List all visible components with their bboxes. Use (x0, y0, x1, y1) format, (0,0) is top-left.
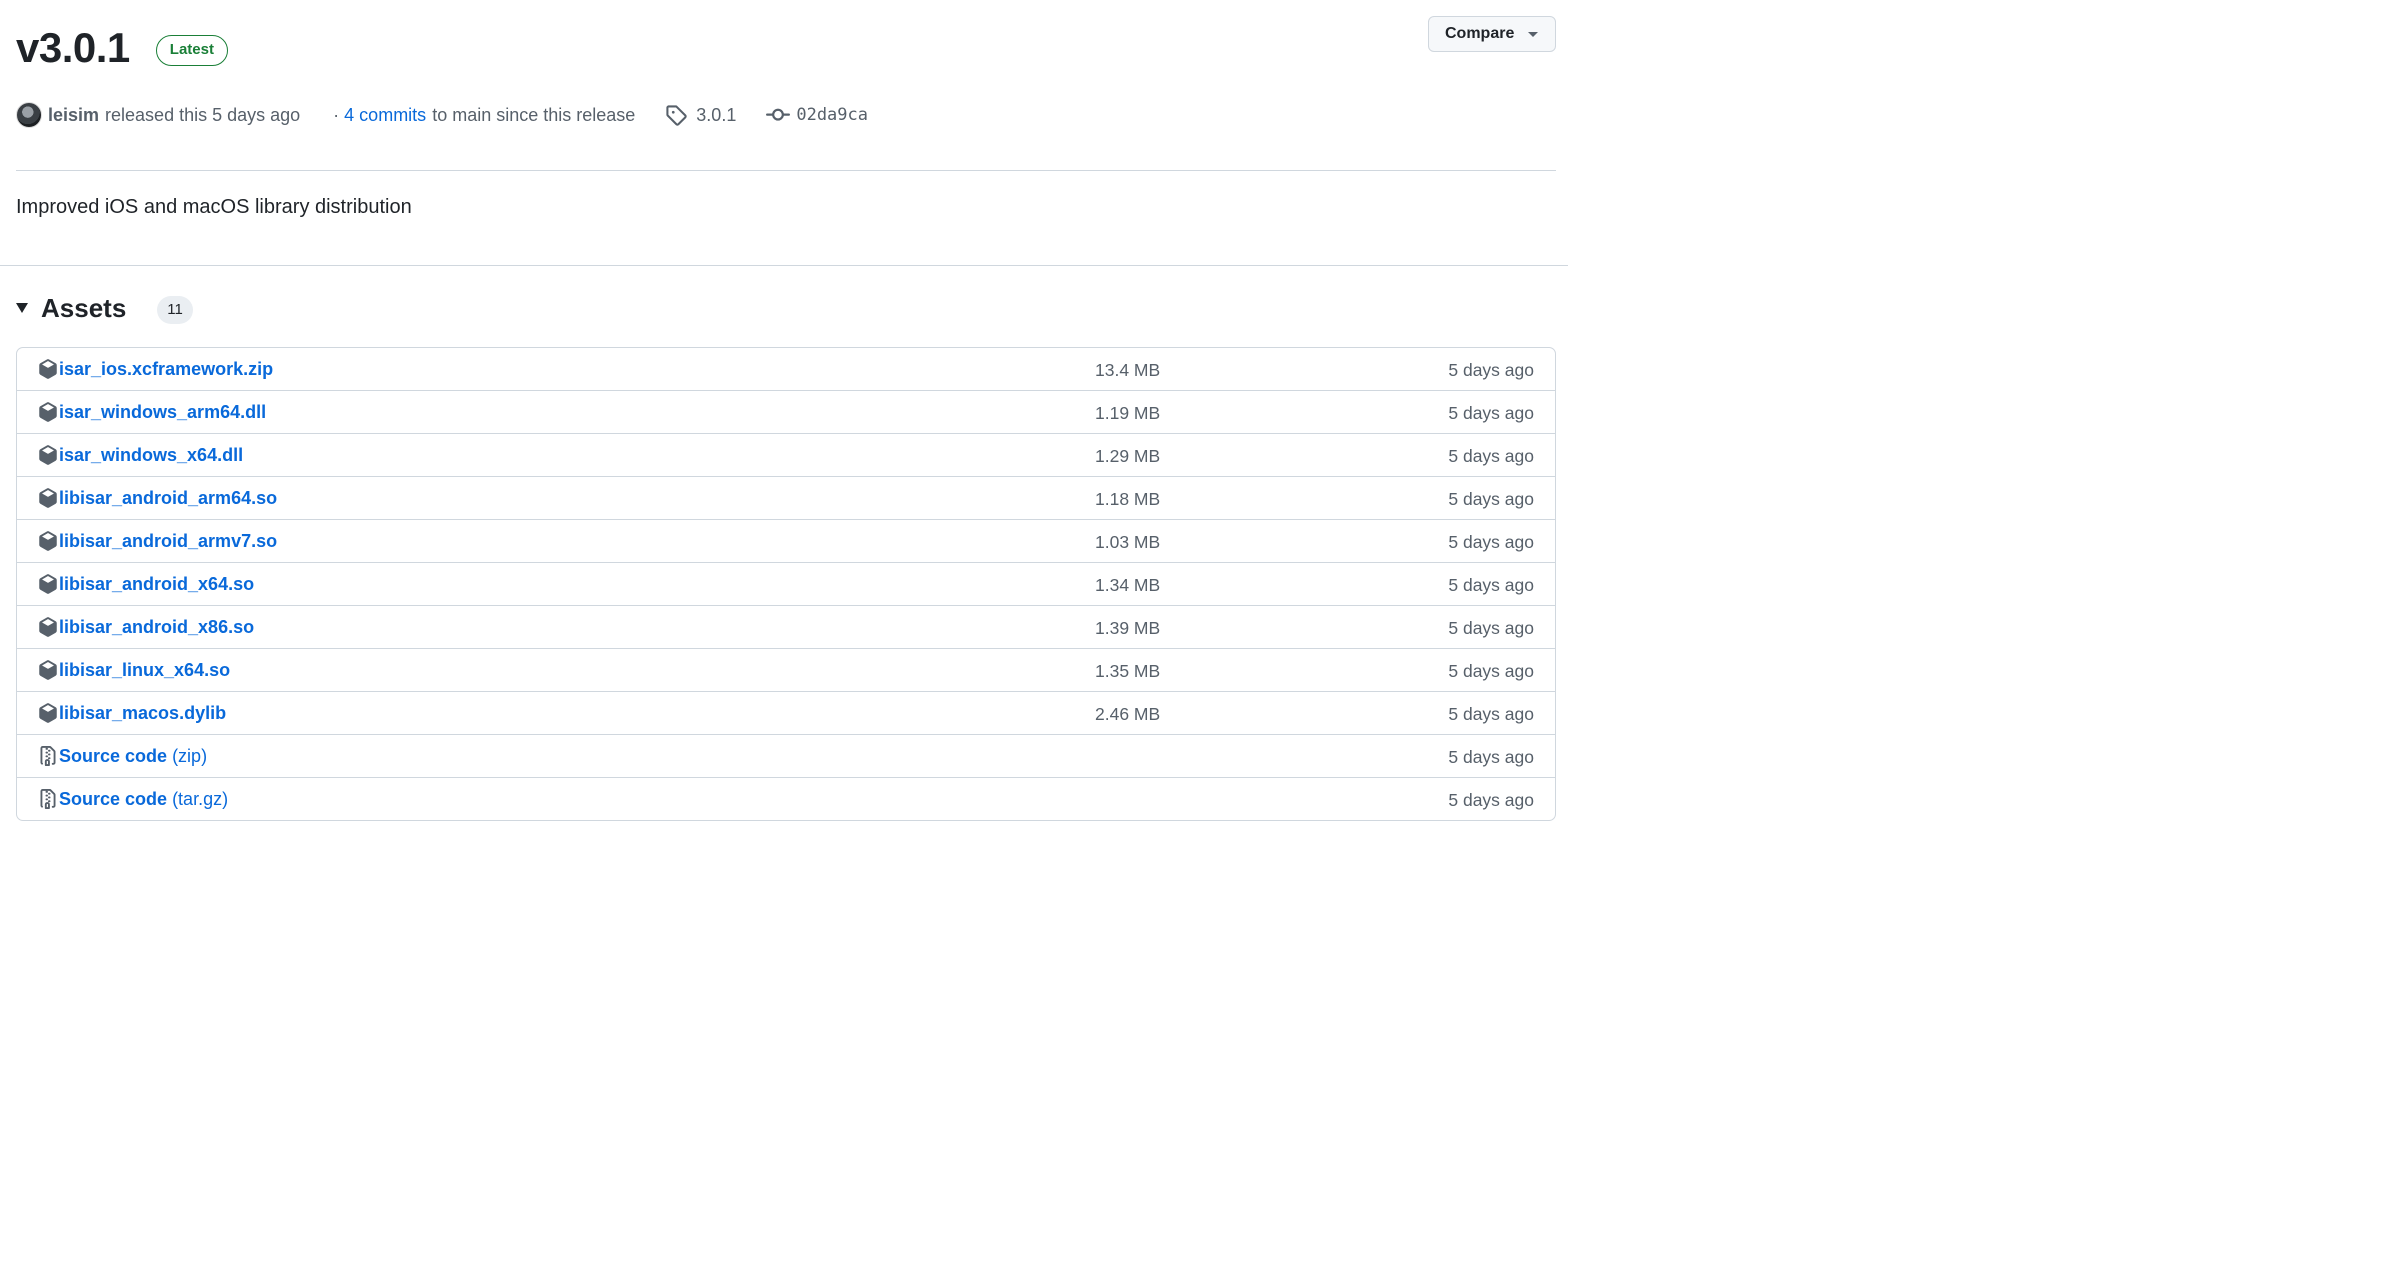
asset-row: libisar_android_armv7.so 1.03 MB 5 days ag… (17, 519, 1555, 562)
asset-download-link[interactable]: libisar_macos.dylib (59, 703, 226, 724)
asset-date: 5 days ago (1448, 618, 1534, 638)
package-icon (39, 703, 57, 723)
package-icon (39, 402, 57, 422)
separator-dot: · (333, 104, 340, 125)
divider (0, 265, 1568, 266)
asset-date: 5 days ago (1448, 360, 1534, 380)
assets-header[interactable]: Assets 11 (16, 292, 193, 324)
asset-row: Source code (tar.gz) 5 days ago (17, 777, 1555, 820)
file-zip-icon (40, 746, 56, 766)
asset-size: 2.46 MB (1095, 704, 1161, 724)
asset-download-link[interactable]: isar_ios.xcframework.zip (59, 359, 273, 380)
triangle-down-icon[interactable] (16, 303, 28, 313)
asset-row: libisar_macos.dylib 2.46 MB 5 days ago (17, 691, 1555, 734)
asset-row: Source code (zip) 5 days ago (17, 734, 1555, 777)
package-icon (39, 445, 57, 465)
asset-size: 1.29 MB (1095, 446, 1161, 466)
package-icon (39, 660, 57, 680)
commits-link[interactable]: 4 commits (344, 105, 426, 126)
asset-download-link[interactable]: isar_windows_arm64.dll (59, 402, 266, 423)
package-icon (39, 488, 57, 508)
release-page: v3.0.1 Latest Compare leisim released th… (0, 0, 1568, 832)
asset-download-link[interactable]: Source code (zip) (59, 746, 207, 767)
package-icon (39, 359, 57, 379)
asset-name: isar_windows_arm64.dll (59, 402, 267, 422)
asset-size: 1.19 MB (1095, 403, 1161, 423)
asset-row: libisar_linux_x64.so 1.35 MB 5 days ago (17, 648, 1555, 691)
compare-button-label: Compare (1445, 25, 1515, 42)
latest-badge: Latest (155, 34, 228, 66)
package-icon (39, 531, 57, 551)
tag-icon (666, 105, 687, 126)
asset-format: (zip) (172, 746, 208, 766)
asset-name: libisar_android_x64.so (59, 574, 255, 594)
asset-date: 5 days ago (1448, 704, 1534, 724)
asset-download-link[interactable]: libisar_linux_x64.so (59, 660, 230, 681)
asset-name: Source code (59, 789, 168, 809)
assets-list: isar_ios.xcframework.zip 13.4 MB 5 days ag… (16, 347, 1556, 821)
compare-button[interactable]: Compare (1428, 16, 1556, 52)
asset-download-link[interactable]: libisar_android_arm64.so (59, 488, 277, 509)
git-commit-icon (766, 108, 791, 121)
asset-date: 5 days ago (1448, 790, 1534, 810)
asset-download-link[interactable]: Source code (tar.gz) (59, 789, 228, 810)
package-icon (39, 617, 57, 637)
asset-date: 5 days ago (1448, 532, 1534, 552)
asset-name: libisar_android_arm64.so (59, 488, 278, 508)
asset-row: libisar_android_arm64.so 1.18 MB 5 days ag… (17, 476, 1555, 519)
asset-row: isar_ios.xcframework.zip 13.4 MB 5 days ag… (17, 348, 1555, 390)
asset-date: 5 days ago (1448, 747, 1534, 767)
asset-name: Source code (59, 746, 168, 766)
asset-size: 1.35 MB (1095, 661, 1161, 681)
release-title-row: v3.0.1 Latest (16, 22, 228, 74)
assets-title[interactable]: Assets (41, 293, 126, 324)
release-version-title[interactable]: v3.0.1 (16, 22, 130, 74)
commit-sha-link[interactable]: 02da9ca (796, 105, 868, 125)
asset-date: 5 days ago (1448, 489, 1534, 509)
release-meta: leisim released this 5 days ago · 4 comm… (16, 100, 868, 130)
asset-date: 5 days ago (1448, 446, 1534, 466)
asset-row: libisar_android_x64.so 1.34 MB 5 days ago (17, 562, 1555, 605)
chevron-down-icon (1528, 32, 1538, 37)
asset-date: 5 days ago (1448, 403, 1534, 423)
asset-download-link[interactable]: libisar_android_x86.so (59, 617, 254, 638)
package-icon (39, 574, 57, 594)
release-description: Improved iOS and macOS library distribut… (16, 196, 412, 218)
asset-name: isar_ios.xcframework.zip (59, 359, 274, 379)
asset-row: isar_windows_arm64.dll 1.19 MB 5 days ago (17, 390, 1555, 433)
released-text: released this 5 days ago (105, 104, 301, 125)
asset-download-link[interactable]: libisar_android_armv7.so (59, 531, 277, 552)
divider (16, 170, 1556, 171)
asset-date: 5 days ago (1448, 661, 1534, 681)
avatar[interactable] (16, 102, 42, 128)
asset-name: libisar_linux_x64.so (59, 660, 231, 680)
asset-download-link[interactable]: libisar_android_x64.so (59, 574, 254, 595)
asset-row: libisar_android_x86.so 1.39 MB 5 days ago (17, 605, 1555, 648)
asset-download-link[interactable]: isar_windows_x64.dll (59, 445, 243, 466)
file-zip-icon (40, 789, 56, 809)
asset-size: 1.34 MB (1095, 575, 1161, 595)
asset-size: 1.18 MB (1095, 489, 1161, 509)
asset-size: 1.03 MB (1095, 532, 1161, 552)
asset-format: (tar.gz) (172, 789, 229, 809)
assets-count-badge: 11 (157, 296, 193, 324)
asset-name: libisar_android_armv7.so (59, 531, 278, 551)
commits-since-text: to main since this release (432, 104, 636, 125)
asset-size: 13.4 MB (1095, 360, 1161, 380)
tag-link[interactable]: 3.0.1 (696, 105, 736, 126)
asset-size: 1.39 MB (1095, 618, 1161, 638)
author-link[interactable]: leisim (48, 105, 99, 126)
asset-name: libisar_android_x86.so (59, 617, 255, 637)
asset-date: 5 days ago (1448, 575, 1534, 595)
asset-row: isar_windows_x64.dll 1.29 MB 5 days ago (17, 433, 1555, 476)
asset-name: libisar_macos.dylib (59, 703, 227, 723)
asset-name: isar_windows_x64.dll (59, 445, 244, 465)
